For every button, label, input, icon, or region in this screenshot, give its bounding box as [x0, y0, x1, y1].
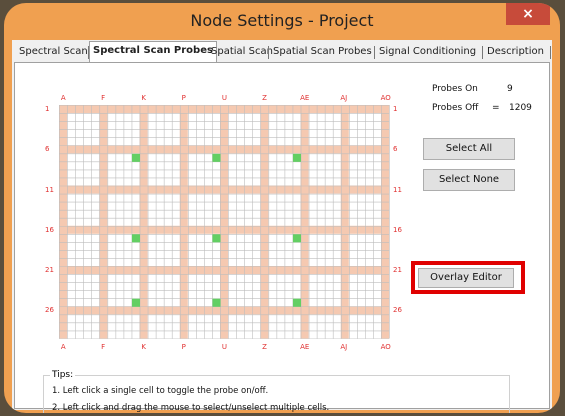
- grid-band-column: [220, 105, 229, 339]
- grid-band-row: [59, 185, 390, 194]
- grid-band-column: [260, 105, 269, 339]
- title-bar[interactable]: Node Settings - Project ×: [4, 3, 560, 40]
- probes-off-equals: =: [492, 103, 500, 113]
- tips-box: Tips: 1. Left click a single cell to tog…: [43, 370, 510, 413]
- probe-on-cell[interactable]: [212, 153, 221, 162]
- tab-spatial-scan[interactable]: Spatial Scan: [208, 43, 276, 61]
- probe-on-cell[interactable]: [212, 298, 221, 307]
- row-label-right: 6: [393, 145, 398, 154]
- tab-signal-conditioning[interactable]: Signal Conditioning: [376, 43, 479, 61]
- probe-grid[interactable]: [59, 105, 390, 340]
- grid-band-row: [59, 266, 390, 275]
- grid-band-column: [381, 105, 390, 339]
- tab-strip: Spectral Scan Spectral Scan Probes Spati…: [12, 40, 552, 63]
- select-all-button[interactable]: Select All: [423, 138, 515, 160]
- dialog-window: Node Settings - Project × Spectral Scan …: [4, 3, 560, 413]
- column-label-top: A: [60, 94, 66, 102]
- select-none-button[interactable]: Select None: [423, 169, 515, 191]
- grid-band-row: [59, 145, 390, 154]
- column-label-bottom: Z: [262, 343, 267, 352]
- column-label-bottom: F: [101, 343, 106, 352]
- column-label-bottom: A: [60, 343, 66, 352]
- column-label-top: U: [221, 94, 227, 102]
- tab-separator: [374, 46, 375, 59]
- probe-on-cell[interactable]: [212, 234, 221, 243]
- tab-spectral-scan[interactable]: Spectral Scan: [16, 43, 91, 61]
- column-label-top: K: [141, 94, 146, 102]
- column-label-top: Z: [262, 94, 267, 102]
- row-label-right: 1: [393, 105, 398, 114]
- probe-on-cell[interactable]: [292, 234, 301, 243]
- column-label-bottom: AE: [300, 343, 310, 352]
- probes-off-label: Probes Off: [432, 103, 479, 113]
- probe-on-cell[interactable]: [292, 153, 301, 162]
- grid-band-row: [59, 225, 390, 234]
- overlay-editor-button[interactable]: Overlay Editor: [418, 268, 514, 288]
- row-label-left: 21: [45, 266, 54, 275]
- row-label-right: 16: [393, 225, 402, 234]
- row-label-right: 26: [393, 306, 402, 315]
- grid-band-column: [300, 105, 309, 339]
- probe-on-cell[interactable]: [131, 153, 140, 162]
- tab-spatial-scan-probes[interactable]: Spatial Scan Probes: [270, 43, 375, 61]
- tip-line-1: 1. Left click a single cell to toggle th…: [52, 386, 269, 396]
- grid-band-column: [139, 105, 148, 339]
- grid-band-column: [340, 105, 349, 339]
- probe-on-cell[interactable]: [292, 298, 301, 307]
- column-label-top: AO: [380, 94, 391, 102]
- column-label-top: F: [101, 94, 106, 102]
- grid-band-column: [179, 105, 188, 339]
- column-label-top: AE: [300, 94, 310, 102]
- close-button[interactable]: ×: [506, 3, 550, 25]
- row-label-left: 1: [45, 105, 50, 114]
- row-label-right: 11: [393, 185, 402, 194]
- tips-title: Tips:: [50, 370, 76, 380]
- row-label-left: 26: [45, 306, 54, 315]
- probe-on-cell[interactable]: [131, 234, 140, 243]
- probes-off-value: 1209: [509, 103, 532, 113]
- grid-band-column: [99, 105, 108, 339]
- probes-on-label: Probes On: [432, 84, 478, 94]
- dialog-client-area: Spectral Scan Spectral Scan Probes Spati…: [12, 40, 552, 413]
- column-label-bottom: AO: [380, 343, 391, 352]
- tip-line-2: 2. Left click and drag the mouse to sele…: [52, 403, 330, 413]
- column-label-top: AJ: [340, 94, 348, 102]
- column-label-bottom: P: [181, 343, 186, 352]
- row-label-left: 6: [45, 145, 50, 154]
- grid-band-row: [59, 306, 390, 315]
- row-label-left: 16: [45, 225, 54, 234]
- tab-description[interactable]: Description: [484, 43, 547, 61]
- grid-band-row: [59, 105, 390, 114]
- row-label-right: 21: [393, 266, 402, 275]
- probes-on-value: 9: [507, 84, 513, 94]
- column-label-bottom: AJ: [340, 343, 348, 352]
- grid-band-column: [59, 105, 68, 339]
- tab-separator: [268, 46, 269, 59]
- tab-panel-spectral-scan-probes: Probes On 9 Probes Off = 1209 Select All…: [14, 62, 550, 413]
- column-label-bottom: U: [221, 343, 227, 352]
- tab-separator: [550, 46, 551, 59]
- tab-spectral-scan-probes[interactable]: Spectral Scan Probes: [89, 41, 217, 63]
- window-title: Node Settings - Project: [190, 11, 374, 30]
- column-label-bottom: K: [141, 343, 146, 352]
- tab-separator: [482, 46, 483, 59]
- row-label-left: 11: [45, 185, 54, 194]
- column-label-top: P: [181, 94, 186, 102]
- probe-on-cell[interactable]: [131, 298, 140, 307]
